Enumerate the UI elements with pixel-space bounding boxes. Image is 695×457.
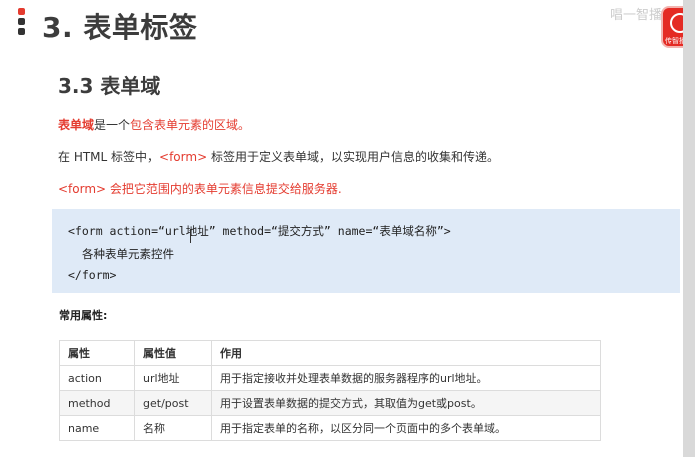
scroll-strip bbox=[683, 0, 695, 457]
column-header: 属性 bbox=[59, 340, 135, 366]
slide-page: 3. 表单标签 唱一智播客 传智播 3.3 表单域 表单域是一个包含表单元素的区… bbox=[0, 0, 695, 457]
intro-mid: 是一个 bbox=[94, 118, 131, 132]
definition-prefix: 在 HTML 标签中， bbox=[58, 150, 160, 164]
table-cell: 用于设置表单数据的提交方式，其取值为get或post。 bbox=[211, 390, 601, 416]
definition-paragraph: 在 HTML 标签中，<form> 标签用于定义表单域，以实现用户信息的收集和传… bbox=[58, 148, 499, 165]
table-cell: 名称 bbox=[134, 415, 212, 441]
intro-highlight: 包含表单元素的区域。 bbox=[130, 118, 251, 132]
table-row: method get/post 用于设置表单数据的提交方式，其取值为get或po… bbox=[59, 390, 601, 416]
table-cell: name bbox=[59, 415, 135, 441]
table-cell: 用于指定表单的名称，以区分同一个页面中的多个表单域。 bbox=[211, 415, 601, 441]
submit-paragraph: <form> 会把它范围内的表单元素信息提交给服务器. bbox=[58, 182, 342, 196]
table-row: name 名称 用于指定表单的名称，以区分同一个页面中的多个表单域。 bbox=[59, 415, 601, 441]
code-block: <form action=“url地址” method=“提交方式” name=… bbox=[52, 209, 680, 293]
form-tag-highlight: <form> bbox=[159, 150, 208, 164]
title-bullet-icon bbox=[18, 8, 26, 36]
definition-suffix: 标签用于定义表单域，以实现用户信息的收集和传递。 bbox=[207, 150, 499, 164]
intro-paragraph: 表单域是一个包含表单元素的区域。 bbox=[58, 116, 250, 133]
table-cell: method bbox=[59, 390, 135, 416]
table-cell: 用于指定接收并处理表单数据的服务器程序的url地址。 bbox=[211, 365, 601, 391]
table-cell: url地址 bbox=[134, 365, 212, 391]
code-line-2: 各种表单元素控件 bbox=[82, 247, 174, 261]
section-title: 3. 表单标签 bbox=[42, 11, 198, 44]
code-line-3: </form> bbox=[68, 268, 117, 282]
slide-header: 3. 表单标签 唱一智播客 bbox=[0, 0, 695, 55]
column-header: 属性值 bbox=[134, 340, 212, 366]
sub-title: 3.3 表单域 bbox=[58, 74, 161, 98]
table-cell: action bbox=[59, 365, 135, 391]
column-header: 作用 bbox=[211, 340, 601, 366]
text-cursor-icon bbox=[190, 229, 198, 243]
table-header-row: 属性 属性值 作用 bbox=[59, 340, 601, 366]
attributes-heading: 常用属性: bbox=[59, 309, 108, 322]
code-line-1: <form action=“url地址” method=“提交方式” name=… bbox=[68, 224, 451, 238]
table-cell: get/post bbox=[134, 390, 212, 416]
term-highlight: 表单域 bbox=[58, 118, 95, 132]
table-row: action url地址 用于指定接收并处理表单数据的服务器程序的url地址。 bbox=[59, 365, 601, 391]
attributes-table: 属性 属性值 作用 action url地址 用于指定接收并处理表单数据的服务器… bbox=[59, 340, 601, 441]
